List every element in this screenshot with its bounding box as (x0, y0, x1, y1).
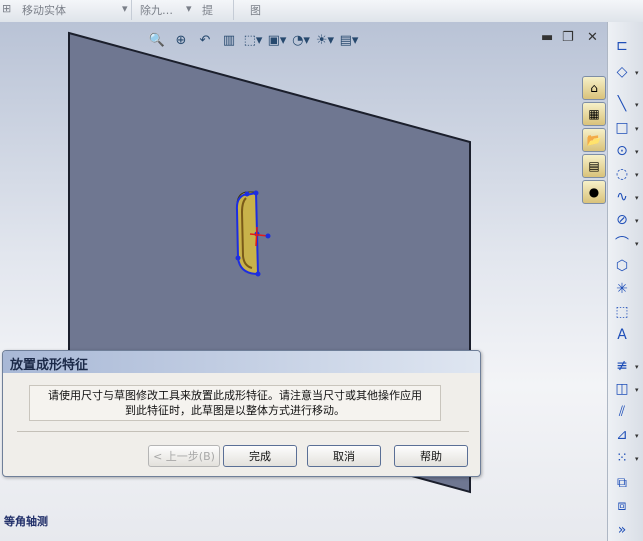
toolbar-item-4[interactable]: 图 (250, 2, 261, 18)
sketch-toolbar: ⊏ ◇ ▾ ╲ ▾ □ ▾ ⊙ ▾ ◌ ▾ ∿ ▾ ⊘ ▾ ⌒ ▾ ⬡ ✳ ⬚ A ≢ ▾ ◫ ▾ … (607, 22, 643, 541)
toolbar-item-3[interactable]: 提 (202, 2, 213, 18)
circle-icon[interactable]: ⊙ (612, 141, 632, 161)
dialog-message: 请使用尺寸与草图修改工具来放置此成形特征。请注意当尺寸或其他操作应用 到此特征时… (29, 385, 441, 421)
convert-entities-icon[interactable]: ◫ (612, 379, 632, 399)
mirror-entities-icon[interactable]: ⊿ (612, 425, 632, 445)
section-view-icon[interactable]: ▥ (218, 31, 240, 49)
previous-view-icon[interactable]: ↶ (194, 31, 216, 49)
home-icon[interactable]: ⌂ (582, 76, 606, 100)
spline-icon[interactable]: ∿ (612, 187, 632, 207)
repair-sketch-icon[interactable]: ⧈ (612, 496, 632, 516)
finish-button[interactable]: 完成 (223, 445, 297, 467)
rectangle-icon[interactable]: □ (612, 118, 632, 138)
display-style-icon[interactable]: ▣▾ (266, 31, 288, 49)
dialog-title: 放置成形特征 (3, 351, 480, 373)
smart-dimension-icon[interactable]: ◇ (612, 62, 632, 82)
close-icon[interactable]: ✕ (587, 30, 598, 45)
scene-icon[interactable]: ▤▾ (338, 31, 360, 49)
hide-show-icon[interactable]: ◔▾ (290, 31, 312, 49)
view-orientation-icon[interactable]: ⬚▾ (242, 31, 264, 49)
heads-up-view-toolbar: 🔍 ⊕ ↶ ▥ ⬚▾ ▣▾ ◔▾ ☀▾ ▤▾ (146, 30, 360, 50)
trim-icon[interactable]: ≢ (612, 356, 632, 376)
more-tools-icon[interactable]: » (612, 520, 632, 540)
view-palette-icon[interactable]: ▤ (582, 154, 606, 178)
move-body-button[interactable]: 移动实体 (22, 2, 66, 18)
linear-pattern-icon[interactable]: ⁙ (612, 448, 632, 468)
top-toolbar: ⊞ 移动实体 ▾ 除九… ▾ 提 图 (0, 0, 643, 23)
task-pane-tabs: ⌂ ▦ 📂 ▤ ● (582, 76, 606, 206)
toolbar-item-2[interactable]: 除九… (140, 2, 173, 18)
move-entities-icon[interactable]: ⧉ (612, 473, 632, 493)
text-icon[interactable]: A (612, 325, 632, 345)
arc-icon[interactable]: ◌ (612, 164, 632, 184)
fillet-icon[interactable]: ⌒ (612, 233, 632, 253)
toolbar-separator (233, 0, 234, 20)
construction-geometry-icon[interactable]: ⬚ (612, 302, 632, 322)
zoom-area-icon[interactable]: ⊕ (170, 31, 192, 49)
move-body-icon[interactable]: ⊞ (2, 2, 11, 15)
dialog-divider (17, 431, 469, 432)
minimize-icon[interactable]: ▬ (541, 30, 553, 45)
dialog-message-line: 到此特征时，此草图是以整体方式进行移动。 (125, 404, 345, 417)
polygon-icon[interactable]: ⬡ (612, 256, 632, 276)
appearances-icon[interactable]: ● (582, 180, 606, 204)
help-button[interactable]: 帮助 (394, 445, 468, 467)
view-name-label: 等角轴测 (4, 515, 48, 528)
cancel-button[interactable]: 取消 (307, 445, 381, 467)
restore-icon[interactable]: ❐ (562, 30, 574, 45)
place-form-feature-dialog: 放置成形特征 请使用尺寸与草图修改工具来放置此成形特征。请注意当尺寸或其他操作应… (2, 350, 481, 477)
zoom-fit-icon[interactable]: 🔍 (146, 31, 168, 49)
previous-button[interactable]: < 上一步(B) (148, 445, 220, 467)
dropdown-arrow-icon[interactable]: ▾ (122, 2, 128, 15)
dialog-message-line: 请使用尺寸与草图修改工具来放置此成形特征。请注意当尺寸或其他操作应用 (48, 389, 422, 402)
dropdown-arrow-icon[interactable]: ▾ (186, 2, 192, 15)
offset-entities-icon[interactable]: ⫽ (612, 402, 632, 422)
design-library-icon[interactable]: ▦ (582, 102, 606, 126)
toolbar-separator (131, 0, 132, 20)
point-icon[interactable]: ✳ (612, 279, 632, 299)
appearance-icon[interactable]: ☀▾ (314, 31, 336, 49)
line-icon[interactable]: ╲ (612, 94, 632, 114)
sketch-icon[interactable]: ⊏ (612, 36, 632, 56)
file-explorer-icon[interactable]: 📂 (582, 128, 606, 152)
ellipse-icon[interactable]: ⊘ (612, 210, 632, 230)
